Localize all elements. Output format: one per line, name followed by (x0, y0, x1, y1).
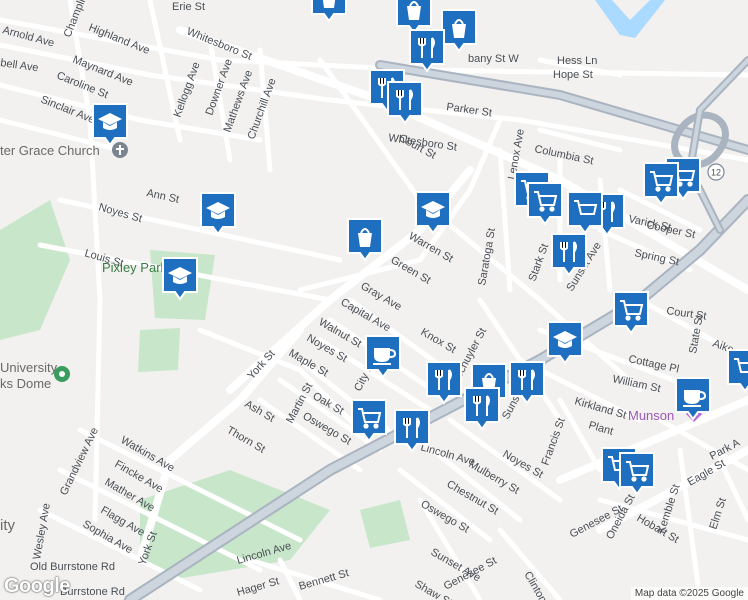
street-label: bell Ave (0, 57, 39, 74)
street-label: Plant (587, 419, 614, 437)
street-label: Noyes St (97, 201, 143, 225)
restaurant-pin[interactable] (464, 387, 500, 431)
shopping-cart-pin[interactable] (613, 291, 649, 335)
restaurant-pin[interactable] (551, 233, 587, 277)
street-label: Elm St (707, 496, 728, 531)
street-label: Columbia St (533, 143, 594, 167)
restaurant-pin[interactable] (426, 361, 462, 405)
map-attribution[interactable]: Map data ©2025 Google (630, 587, 748, 600)
highway-shield-number: 12 (711, 168, 721, 178)
cafe-pin[interactable] (365, 335, 401, 379)
shopping-bag-pin[interactable] (441, 9, 477, 53)
street-label: Stark St (527, 242, 552, 283)
university-label: University (0, 360, 58, 375)
shopping-bag-icon (322, 0, 336, 8)
city-label: ity (0, 517, 16, 534)
hospital-label: Munson (628, 408, 674, 423)
street-label: Kellogg Ave (172, 61, 203, 120)
shopping-cart-pin[interactable] (527, 182, 563, 226)
school-pin[interactable] (92, 103, 128, 147)
street-label: Green St (389, 254, 433, 286)
shopping-cart-pin[interactable] (643, 162, 679, 206)
park-area (138, 328, 180, 372)
street-label: William St (611, 373, 661, 395)
university-label-2: ks Dome (0, 376, 51, 391)
restaurant-pin[interactable] (387, 81, 423, 125)
restaurant-pin[interactable] (409, 29, 445, 73)
cafe-pin[interactable] (675, 377, 711, 421)
restaurant-pin[interactable] (509, 361, 545, 405)
shopping-cart-pin[interactable] (351, 399, 387, 443)
shopping-cart-pin[interactable] (727, 349, 748, 393)
street-label: Hope St (553, 69, 593, 81)
school-pin[interactable] (162, 257, 198, 301)
school-pin[interactable] (547, 321, 583, 365)
park-label: Pixley Park (102, 260, 168, 275)
church-label: ter Grace Church (0, 143, 100, 158)
park-area (360, 500, 410, 548)
street-label: Hager St (236, 575, 281, 599)
restaurant-pin[interactable] (394, 409, 430, 453)
street-label: Thorn St (225, 424, 268, 455)
street-label: Eagle St (686, 457, 728, 488)
street-label: Francis St (540, 416, 568, 467)
river (595, 0, 665, 38)
church-icon (112, 142, 128, 158)
street-label: Erie St (172, 1, 205, 13)
highway-shield: 12 (707, 163, 725, 181)
street-label: bany St W (468, 53, 519, 65)
shopping-cart-pin[interactable] (619, 452, 655, 496)
street-label: Old Burrstone Rd (30, 561, 115, 573)
shopping-bag-pin[interactable] (347, 218, 383, 262)
map-canvas[interactable]: 12 Erie St Champlin Ave Highland Ave Arn… (0, 0, 748, 600)
shopping-bag-pin[interactable] (396, 0, 432, 35)
shopping-bag-pin[interactable] (311, 0, 347, 23)
street-label: Kemble St (655, 483, 682, 535)
street-label: Saratoga St (476, 227, 498, 286)
street-label: Hess Ln (557, 55, 597, 67)
street-label: Ann St (145, 187, 180, 206)
street-label: Wesley Ave (31, 502, 53, 560)
park-area (0, 200, 70, 340)
school-pin[interactable] (200, 192, 236, 236)
shopping-cart-pin[interactable] (567, 191, 603, 235)
stadium-icon (54, 366, 70, 382)
school-pin[interactable] (415, 191, 451, 235)
google-logo: Google (4, 575, 70, 597)
